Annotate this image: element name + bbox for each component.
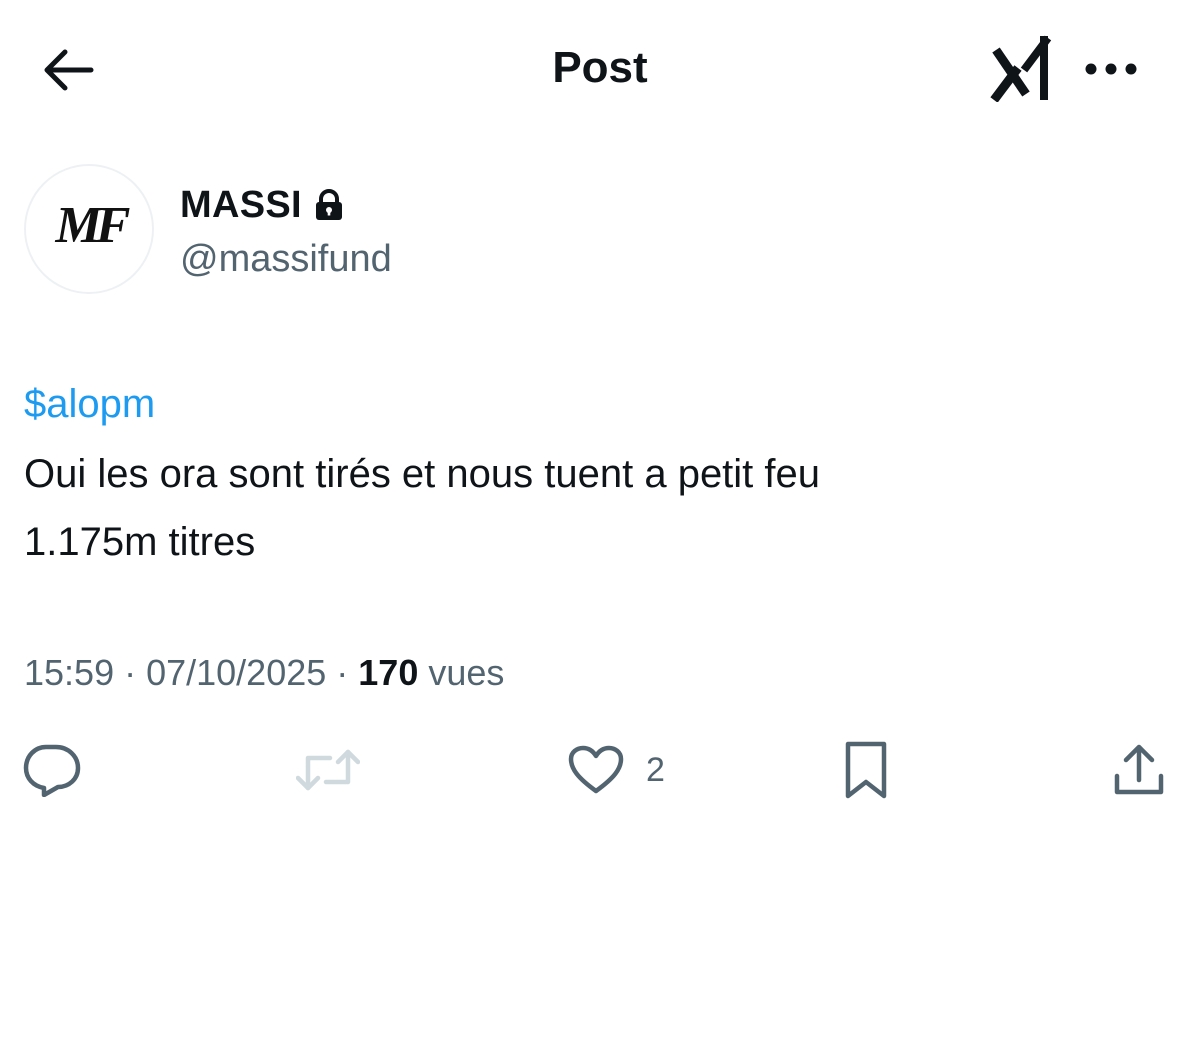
meta-separator: · [326,652,359,693]
post-time[interactable]: 15:59 [24,652,114,693]
like-button[interactable]: 2 [568,740,665,800]
views-count: 170 [358,652,419,693]
header-bar: Post [0,0,1200,140]
retweet-icon [296,749,360,791]
cashtag-link[interactable]: $alopm [24,380,155,428]
post-meta: 15:59 · 07/10/2025 · 170 vues [24,650,504,696]
share-icon [1114,744,1164,795]
post-text-line: Oui les ora sont tirés et nous tuent a p… [24,452,821,496]
avatar-logo: MF [55,197,136,254]
bookmark-icon [845,741,887,799]
reply-button[interactable] [22,740,82,800]
svg-text:MF: MF [55,197,130,254]
views-label: vues [428,652,505,693]
back-arrow-icon [44,49,94,91]
more-options-button[interactable] [1080,44,1142,94]
display-name: MASSI [180,183,302,226]
like-count: 2 [646,750,665,789]
avatar[interactable]: MF [24,164,154,294]
heart-icon [568,745,624,794]
back-button[interactable] [36,40,100,100]
more-icon [1085,63,1137,75]
meta-separator: · [114,652,147,693]
user-handle[interactable]: @massifund [180,236,392,282]
grok-icon [990,35,1052,102]
grok-button[interactable] [984,30,1060,106]
author-name-row[interactable]: MASSI [180,180,344,230]
reply-icon [23,744,81,797]
share-button[interactable] [1112,740,1166,800]
retweet-button[interactable] [296,740,360,800]
lock-icon [314,189,344,221]
post-date[interactable]: 07/10/2025 [146,652,326,693]
post-text-line: 1.175m titres [24,520,256,564]
bookmark-button[interactable] [842,740,890,800]
